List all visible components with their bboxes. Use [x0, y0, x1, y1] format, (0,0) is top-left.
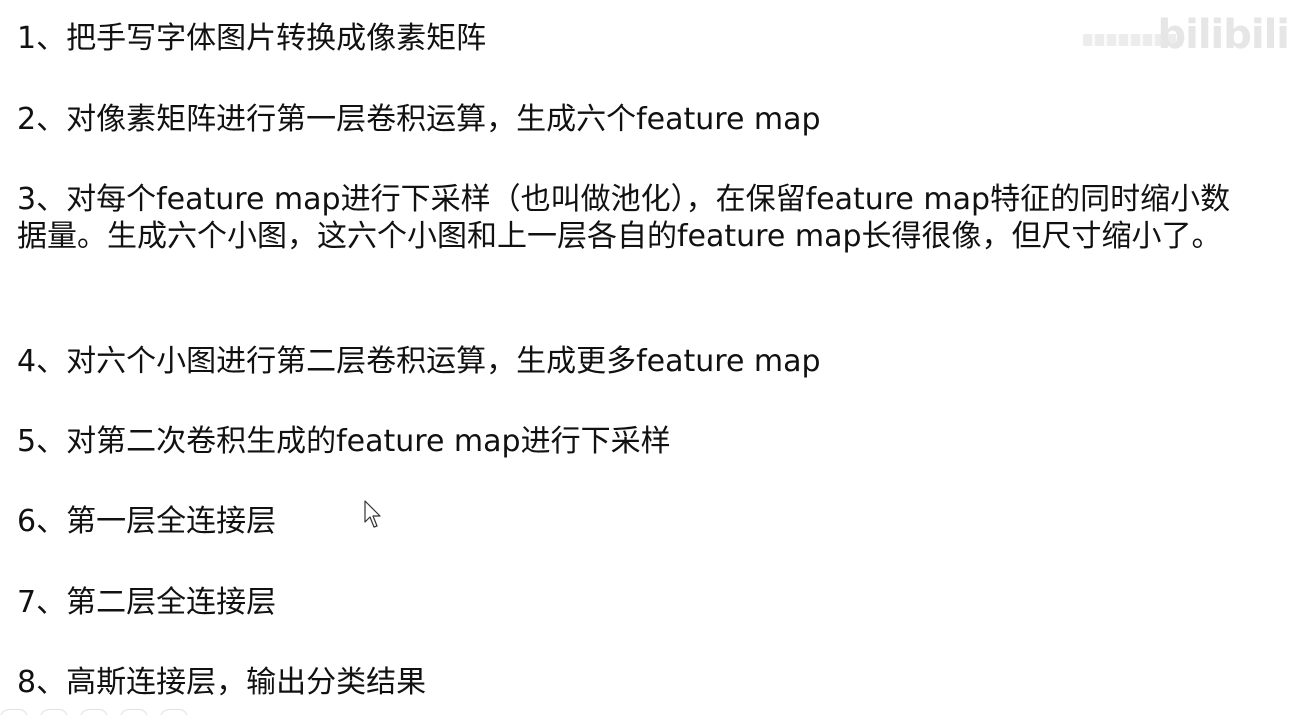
control-dot: [120, 709, 148, 715]
control-dot: [0, 709, 28, 715]
mouse-pointer-icon: [364, 500, 381, 528]
player-controls-fragment: [0, 709, 230, 715]
step-8: 8、高斯连接层，输出分类结果: [17, 665, 427, 700]
step-3: 3、对每个feature map进行下采样（也叫做池化），在保留feature …: [17, 182, 1231, 254]
step-1: 1、把手写字体图片转换成像素矩阵: [17, 21, 487, 56]
step-6: 6、第一层全连接层: [17, 504, 277, 539]
step-4: 4、对六个小图进行第二层卷积运算，生成更多feature map: [17, 344, 821, 379]
step-2: 2、对像素矩阵进行第一层卷积运算，生成六个feature map: [17, 102, 821, 137]
document-page: bilibili 1、把手写字体图片转换成像素矩阵 2、对像素矩阵进行第一层卷积…: [0, 0, 1295, 715]
control-dot: [80, 709, 108, 715]
step-7: 7、第二层全连接层: [17, 585, 277, 620]
control-dot: [40, 709, 68, 715]
control-dot: [160, 709, 188, 715]
step-5: 5、对第二次卷积生成的feature map进行下采样: [17, 424, 671, 459]
